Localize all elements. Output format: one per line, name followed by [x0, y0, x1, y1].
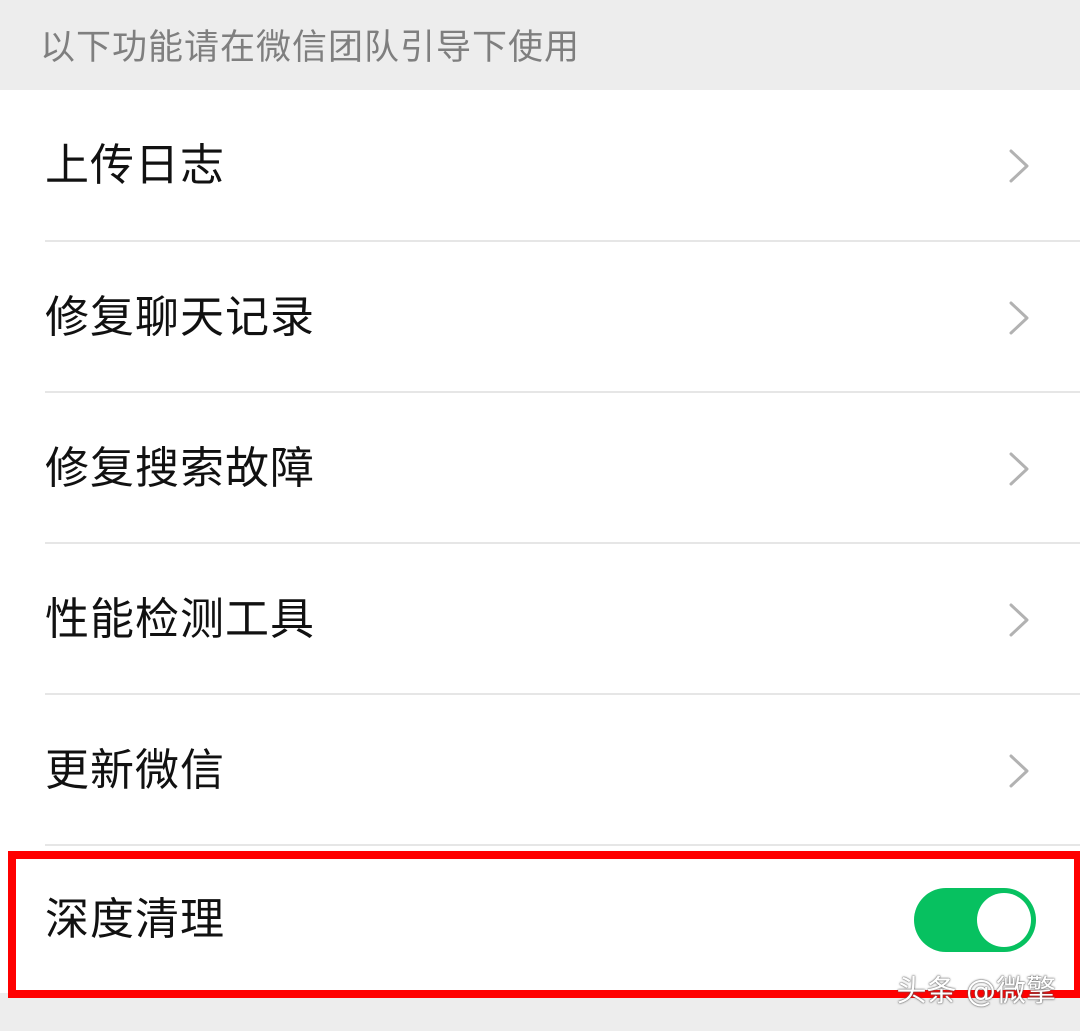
chevron-right-icon	[1009, 754, 1029, 787]
chevron-right-icon	[1009, 149, 1029, 182]
section-header: 以下功能请在微信团队引导下使用	[0, 0, 1080, 90]
menu-item-upload-logs[interactable]: 上传日志	[0, 90, 1080, 241]
section-header-text: 以下功能请在微信团队引导下使用	[40, 28, 581, 68]
menu-item-update-wechat[interactable]: 更新微信	[0, 695, 1080, 846]
menu-item-repair-chat-history[interactable]: 修复聊天记录	[0, 242, 1080, 393]
menu-item-label: 更新微信	[45, 744, 225, 796]
menu-item-repair-search[interactable]: 修复搜索故障	[0, 393, 1080, 544]
menu-item-label: 修复聊天记录	[45, 291, 315, 343]
menu-item-label: 性能检测工具	[45, 593, 315, 645]
menu-item-performance-tool[interactable]: 性能检测工具	[0, 544, 1080, 695]
toggle-knob	[977, 893, 1031, 947]
chevron-right-icon	[1009, 301, 1029, 334]
chevron-right-icon	[1009, 603, 1029, 636]
deep-clean-label: 深度清理	[45, 894, 225, 945]
menu-item-label: 修复搜索故障	[45, 442, 315, 494]
chevron-right-icon	[1009, 452, 1029, 485]
menu-item-label: 上传日志	[45, 139, 225, 191]
divider	[45, 844, 1080, 846]
deep-clean-toggle[interactable]	[914, 888, 1036, 952]
watermark-text: 头条 @微擎	[896, 974, 1056, 1009]
